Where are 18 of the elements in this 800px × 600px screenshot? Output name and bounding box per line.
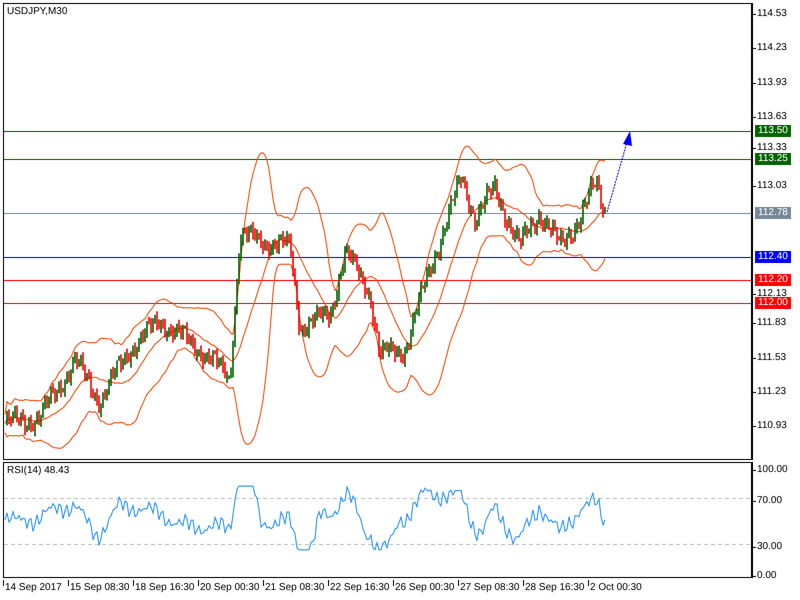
price-level-tag: 113.50 <box>755 125 791 137</box>
time-label: 20 Sep 00:30 <box>200 582 260 593</box>
time-label: 27 Sep 08:30 <box>460 582 520 593</box>
price-level-tag: 112.40 <box>755 251 791 263</box>
time-label: 15 Sep 08:30 <box>70 582 130 593</box>
time-label: 22 Sep 16:30 <box>330 582 390 593</box>
price-level-tag: 112.00 <box>755 297 791 309</box>
time-label: 21 Sep 08:30 <box>265 582 324 593</box>
price-level-tag: 112.78 <box>755 207 791 219</box>
time-label: 26 Sep 00:30 <box>395 582 454 593</box>
time-label: 28 Sep 16:30 <box>525 582 584 593</box>
time-label: 14 Sep 2017 <box>5 582 62 593</box>
chart-title: USDJPY,M30 <box>7 6 68 17</box>
price-level-tag: 113.25 <box>755 153 791 165</box>
price-level-tag: 112.20 <box>755 274 791 286</box>
time-label: 18 Sep 16:30 <box>135 582 194 593</box>
rsi-label: RSI(14) 48.43 <box>7 465 70 476</box>
time-label: 2 Oct 00:30 <box>590 582 642 593</box>
